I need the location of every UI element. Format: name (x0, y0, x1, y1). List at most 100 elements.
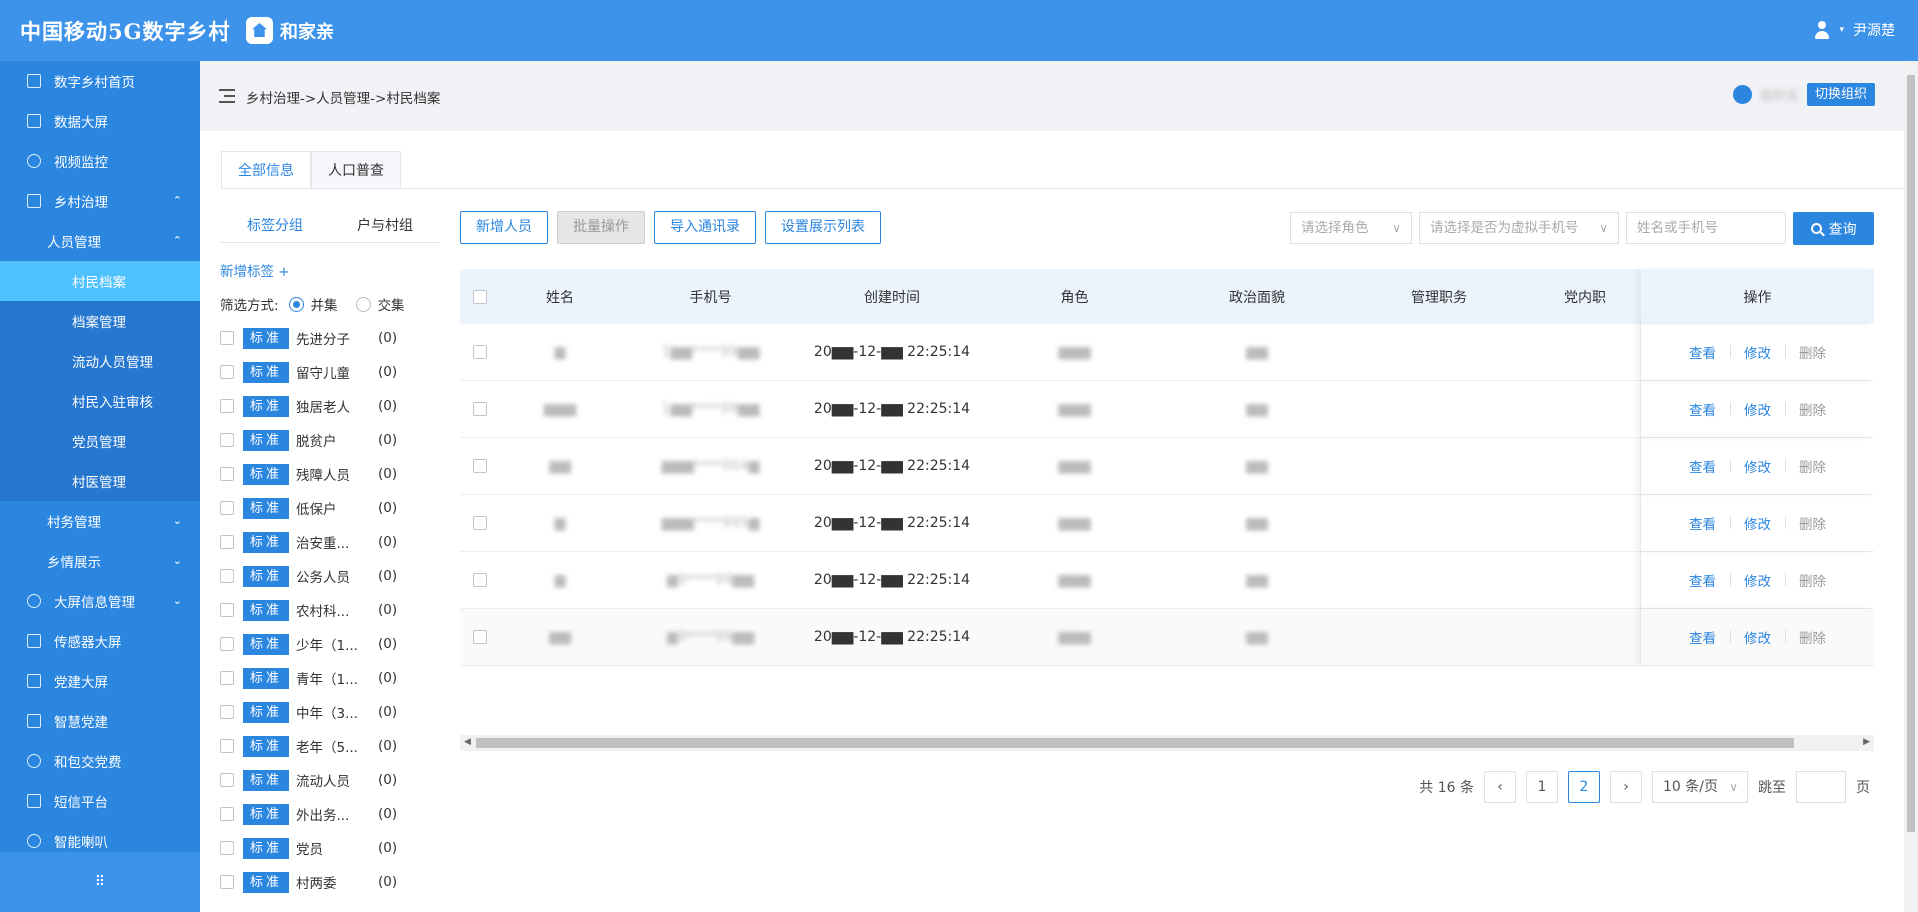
view-link[interactable]: 查看 (1675, 399, 1730, 419)
tag-checkbox[interactable] (220, 331, 234, 345)
view-link[interactable]: 查看 (1675, 570, 1730, 590)
pagination: 共 16 条 ‹ 1 2 › 10 条/页 ∨ 跳至 页 (1419, 771, 1870, 803)
scrollbar-thumb[interactable] (476, 738, 1794, 748)
tag-checkbox[interactable] (220, 603, 234, 617)
sidebar-item-governance[interactable]: 乡村治理 ⌃ (0, 181, 200, 221)
switch-org-button[interactable]: 切换组织 (1806, 83, 1875, 106)
sidebar-item-home[interactable]: 数字乡村首页 (0, 61, 200, 101)
sidebar-item-personnel[interactable]: 人员管理 ⌃ (0, 221, 200, 261)
tag-checkbox[interactable] (220, 637, 234, 651)
edit-link[interactable]: 修改 (1730, 627, 1785, 647)
batch-operation-button[interactable]: 批量操作 (557, 211, 645, 244)
edit-link[interactable]: 修改 (1730, 342, 1785, 362)
virtual-phone-select[interactable]: 请选择是否为虚拟手机号 ∨ (1419, 212, 1619, 244)
tag-checkbox[interactable] (220, 841, 234, 855)
view-link[interactable]: 查看 (1675, 342, 1730, 362)
view-link[interactable]: 查看 (1675, 456, 1730, 476)
delete-link[interactable]: 删除 (1785, 513, 1840, 533)
sidebar-item-label: 村民入驻审核 (72, 395, 153, 411)
tag-checkbox[interactable] (220, 739, 234, 753)
edit-link[interactable]: 修改 (1730, 570, 1785, 590)
tag-checkbox[interactable] (220, 433, 234, 447)
sidebar-item-screen-info[interactable]: 大屏信息管理 ⌄ (0, 581, 200, 621)
row-checkbox[interactable] (473, 402, 487, 416)
table-horizontal-scrollbar[interactable]: ◀ ▶ (460, 735, 1874, 751)
tag-checkbox[interactable] (220, 501, 234, 515)
sidebar-item-party-fee[interactable]: 和包交党费 (0, 741, 200, 781)
union-radio[interactable] (288, 296, 304, 312)
row-checkbox[interactable] (473, 630, 487, 644)
sidebar-item-village-affairs[interactable]: 村务管理 ⌄ (0, 501, 200, 541)
tag-checkbox[interactable] (220, 399, 234, 413)
tab-all-info[interactable]: 全部信息 (221, 151, 311, 189)
import-contacts-button[interactable]: 导入通讯录 (654, 211, 756, 244)
sidebar-item-resident-review[interactable]: 村民入驻审核 (0, 381, 200, 421)
page-vertical-scrollbar[interactable] (1904, 61, 1918, 912)
edit-link[interactable]: 修改 (1730, 513, 1785, 533)
delete-link[interactable]: 删除 (1785, 342, 1840, 362)
tab-household-groups[interactable]: 户与村组 (330, 209, 440, 242)
tab-tag-groups[interactable]: 标签分组 (220, 209, 330, 242)
prev-page-button[interactable]: ‹ (1484, 771, 1516, 803)
tag-checkbox[interactable] (220, 671, 234, 685)
sidebar-item-smart-party[interactable]: 智慧党建 (0, 701, 200, 741)
jump-page-input[interactable] (1796, 771, 1846, 803)
sidebar-item-village-doctor[interactable]: 村医管理 (0, 461, 200, 501)
role-select[interactable]: 请选择角色 ∨ (1290, 212, 1412, 244)
set-columns-button[interactable]: 设置展示列表 (765, 211, 881, 244)
sidebar-item-villager-archive[interactable]: 村民档案 (0, 261, 200, 301)
cell-political: ▆▆ (1246, 629, 1268, 645)
add-person-button[interactable]: 新增人员 (460, 211, 548, 244)
intersection-radio[interactable] (355, 296, 371, 312)
row-checkbox[interactable] (473, 345, 487, 359)
sidebar-item-sms[interactable]: 短信平台 (0, 781, 200, 821)
sidebar-item-village-showcase[interactable]: 乡情展示 ⌄ (0, 541, 200, 581)
tag-checkbox[interactable] (220, 773, 234, 787)
sidebar-item-floating-people[interactable]: 流动人员管理 (0, 341, 200, 381)
scroll-right-icon[interactable]: ▶ (1863, 737, 1870, 747)
sidebar-item-party-members[interactable]: 党员管理 (0, 421, 200, 461)
scrollbar-thumb[interactable] (1907, 75, 1915, 832)
view-link[interactable]: 查看 (1675, 627, 1730, 647)
view-link[interactable]: 查看 (1675, 513, 1730, 533)
sidebar-item-data-screen[interactable]: 数据大屏 (0, 101, 200, 141)
scroll-left-icon[interactable]: ◀ (464, 737, 471, 747)
tab-census[interactable]: 人口普查 (311, 151, 401, 189)
page-button[interactable]: 1 (1526, 771, 1558, 803)
tag-checkbox[interactable] (220, 535, 234, 549)
edit-link[interactable]: 修改 (1730, 399, 1785, 419)
user-menu[interactable]: ▾ 尹源楚 (1814, 20, 1895, 40)
page-size-select[interactable]: 10 条/页 ∨ (1652, 771, 1748, 803)
menu-toggle-icon[interactable] (219, 89, 235, 103)
name-phone-input[interactable] (1626, 212, 1786, 244)
sidebar-item-label: 智能喇叭 (54, 835, 108, 851)
tag-checkbox[interactable] (220, 875, 234, 889)
row-checkbox[interactable] (473, 573, 487, 587)
next-page-button[interactable]: › (1610, 771, 1642, 803)
add-tag-link[interactable]: 新增标签 + (220, 260, 290, 280)
select-all-checkbox[interactable] (473, 289, 487, 304)
sidebar-item-label: 村医管理 (72, 475, 126, 491)
delete-link[interactable]: 删除 (1785, 399, 1840, 419)
sidebar-item-speaker[interactable]: 智能喇叭 (0, 821, 200, 852)
delete-link[interactable]: 删除 (1785, 456, 1840, 476)
tag-checkbox[interactable] (220, 467, 234, 481)
row-checkbox[interactable] (473, 459, 487, 473)
tag-checkbox[interactable] (220, 705, 234, 719)
home-icon (27, 74, 41, 88)
sidebar-item-archive-manage[interactable]: 档案管理 (0, 301, 200, 341)
tag-count: (0) (378, 738, 398, 754)
tag-checkbox[interactable] (220, 807, 234, 821)
row-checkbox[interactable] (473, 516, 487, 530)
query-button[interactable]: 查询 (1793, 212, 1874, 245)
sidebar-item-sensor-screen[interactable]: 传感器大屏 (0, 621, 200, 661)
page-button-current[interactable]: 2 (1568, 771, 1600, 803)
edit-link[interactable]: 修改 (1730, 456, 1785, 476)
tag-checkbox[interactable] (220, 569, 234, 583)
tag-checkbox[interactable] (220, 365, 234, 379)
sidebar-item-party-screen[interactable]: 党建大屏 (0, 661, 200, 701)
delete-link[interactable]: 删除 (1785, 570, 1840, 590)
sidebar-collapse-icon[interactable]: ⠿ (0, 852, 200, 912)
delete-link[interactable]: 删除 (1785, 627, 1840, 647)
sidebar-item-video[interactable]: 视频监控 (0, 141, 200, 181)
